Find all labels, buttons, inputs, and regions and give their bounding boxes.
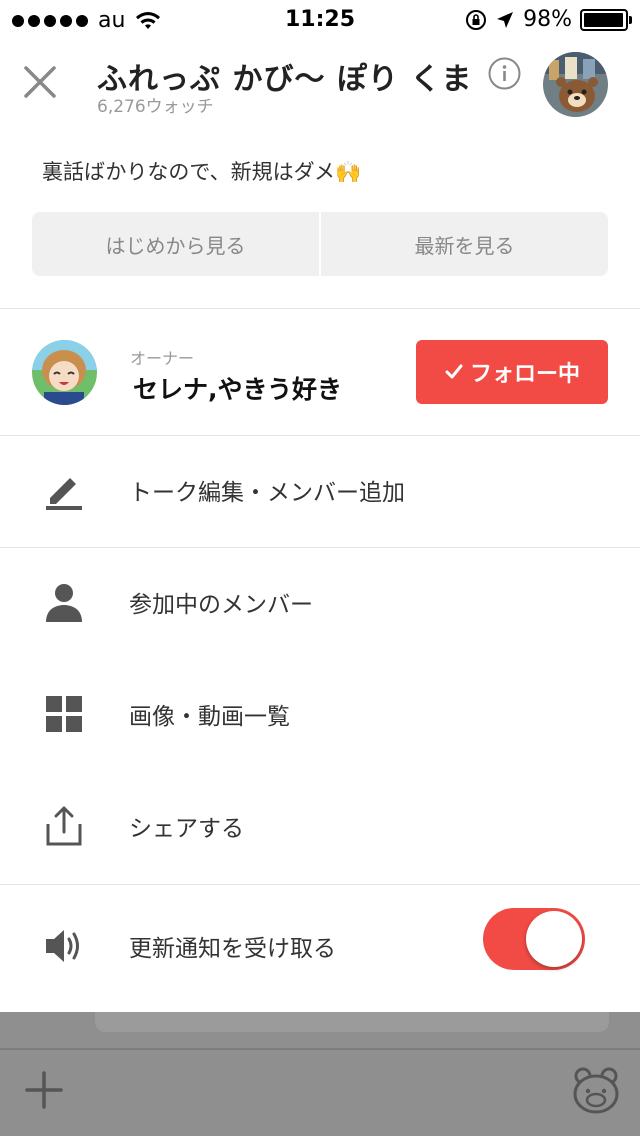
divider (0, 884, 640, 885)
menu-media[interactable]: 画像・動画一覧 (0, 661, 640, 771)
menu-media-label: 画像・動画一覧 (129, 704, 290, 730)
grid-icon (46, 696, 82, 732)
divider (0, 547, 640, 548)
close-icon[interactable] (20, 62, 60, 102)
bear-stamp-icon[interactable] (570, 1064, 622, 1116)
plus-icon[interactable] (24, 1070, 64, 1110)
checkmark-icon (445, 364, 463, 379)
status-bar: au 11:25 98% (0, 0, 640, 40)
talk-avatar[interactable] (543, 52, 608, 117)
battery-percent: 98% (523, 7, 572, 32)
divider (0, 308, 640, 309)
status-right: 98% (465, 7, 632, 32)
toggle-knob (526, 911, 582, 967)
notify-toggle[interactable] (483, 908, 585, 970)
view-from-start-button[interactable]: はじめから見る (32, 212, 319, 276)
rotation-lock-icon (466, 9, 487, 30)
location-icon (497, 11, 514, 28)
background-overlay[interactable] (0, 1012, 640, 1136)
talk-description: 裏話ばかりなので、新規はダメ🙌 (42, 160, 362, 184)
divider (0, 435, 640, 436)
menu-edit-label: トーク編集・メンバー追加 (129, 480, 405, 506)
watch-count: 6,276ウォッチ (97, 97, 214, 117)
speaker-icon (46, 930, 79, 962)
owner-name[interactable]: セレナ,やきう好き (133, 370, 342, 406)
background-message-card (95, 1012, 609, 1032)
person-icon (46, 584, 82, 622)
view-latest-button[interactable]: 最新を見る (319, 212, 608, 276)
menu-edit-talk[interactable]: トーク編集・メンバー追加 (0, 437, 640, 547)
owner-label: オーナー (130, 349, 195, 368)
share-icon (46, 806, 82, 846)
menu-members[interactable]: 参加中のメンバー (0, 549, 640, 659)
talk-header: ふれっぷ かび〜 ぽり くま 6,276ウォッチ (0, 40, 640, 132)
menu-members-label: 参加中のメンバー (129, 592, 313, 618)
menu-notify-label: 更新通知を受け取る (129, 936, 336, 962)
divider (0, 1048, 640, 1050)
view-buttons: はじめから見る 最新を見る (32, 212, 608, 276)
info-icon[interactable] (488, 57, 521, 90)
pencil-icon (46, 478, 82, 510)
battery-icon (580, 8, 632, 31)
owner-avatar[interactable] (32, 340, 97, 405)
menu-share-label: シェアする (129, 816, 244, 842)
menu-share[interactable]: シェアする (0, 773, 640, 883)
follow-label: フォロー中 (469, 362, 580, 387)
follow-button[interactable]: フォロー中 (416, 340, 608, 404)
